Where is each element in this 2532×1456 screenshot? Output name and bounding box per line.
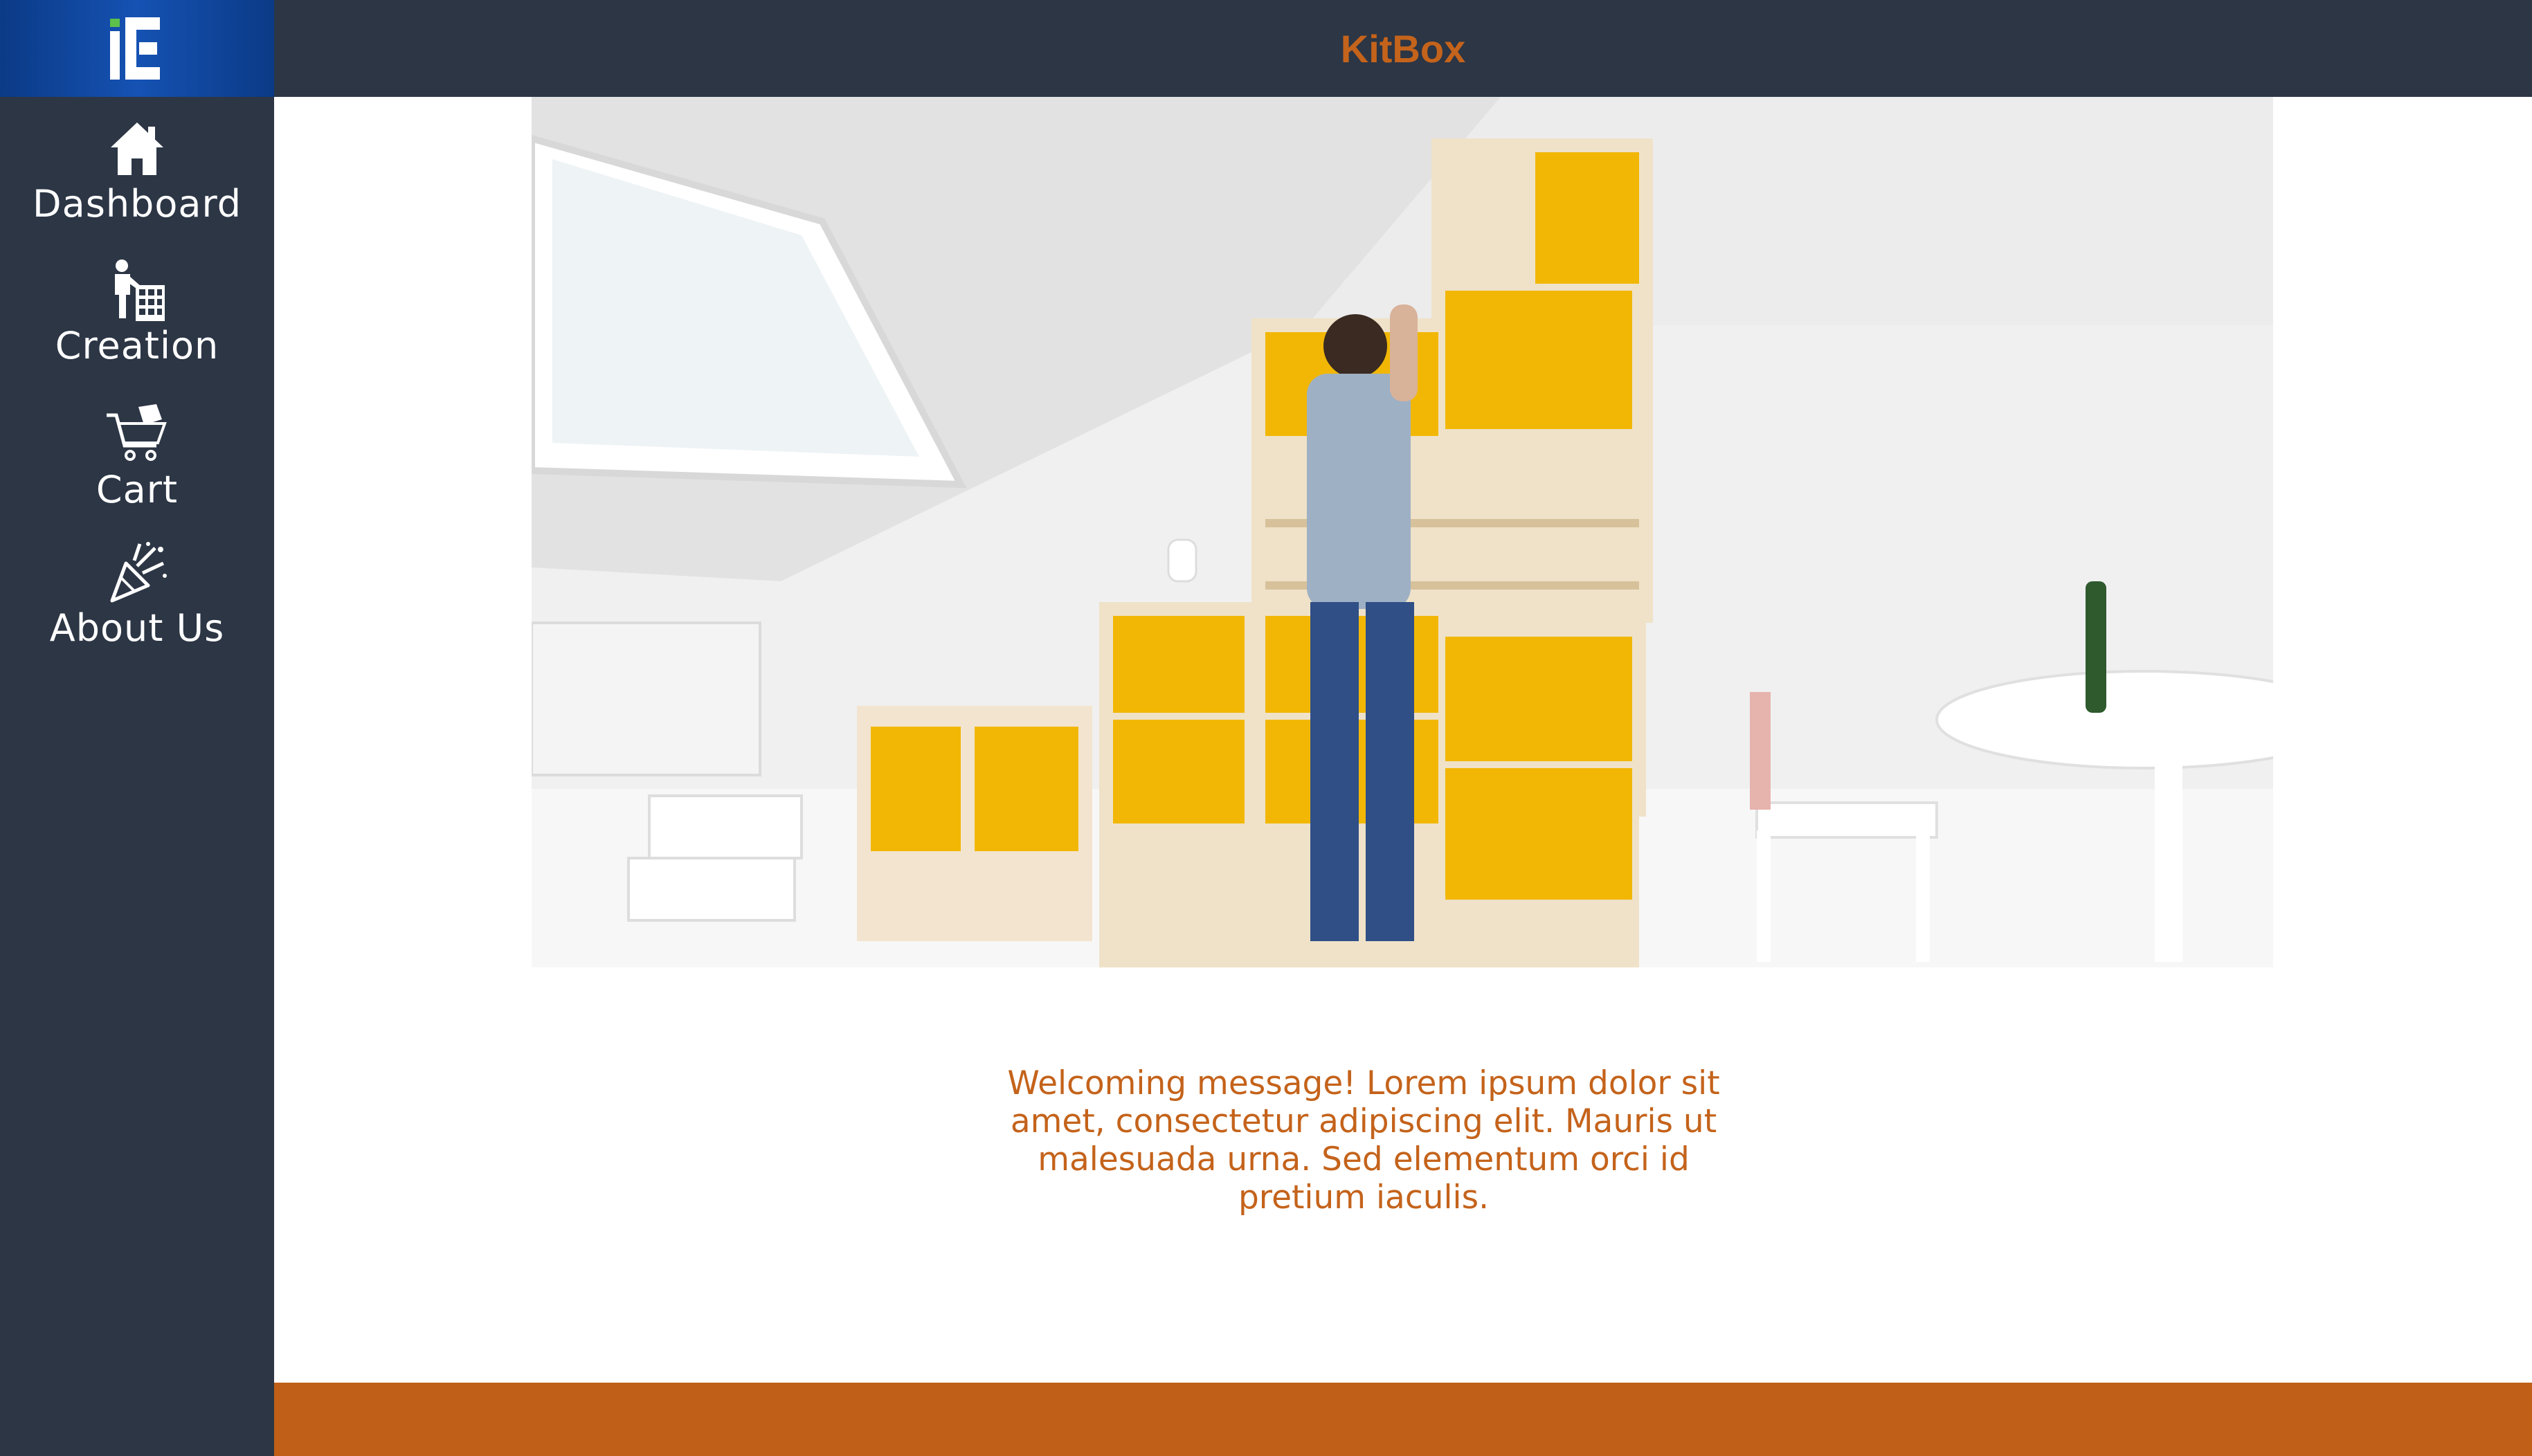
sidebar-item-dashboard[interactable]: Dashboard (0, 114, 274, 225)
shelving-photo-illustration (532, 97, 2273, 967)
sidebar-item-label: Cart (96, 468, 179, 511)
footer-bar (274, 1383, 2532, 1456)
home-icon (111, 122, 163, 175)
welcome-message: Welcoming message! Lorem ipsum dolor sit… (1007, 1064, 1720, 1217)
sidebar: Dashboard Creation Cart About Us (0, 0, 274, 1456)
person-cabinet-icon (115, 260, 165, 321)
logo[interactable] (0, 0, 274, 97)
kitbox-logo-icon (110, 17, 160, 80)
header-bar: KitBox (274, 0, 2532, 97)
sidebar-item-label: Creation (55, 324, 219, 367)
sidebar-item-creation[interactable]: Creation (0, 256, 274, 367)
hero-image (532, 97, 2273, 967)
cart-icon (107, 404, 167, 461)
party-popper-icon (110, 542, 167, 603)
app-title: KitBox (1340, 26, 1466, 71)
sidebar-item-label: About Us (49, 606, 225, 650)
sidebar-item-label: Dashboard (33, 182, 242, 226)
sidebar-item-about-us[interactable]: About Us (0, 538, 274, 649)
sidebar-item-cart[interactable]: Cart (0, 400, 274, 511)
